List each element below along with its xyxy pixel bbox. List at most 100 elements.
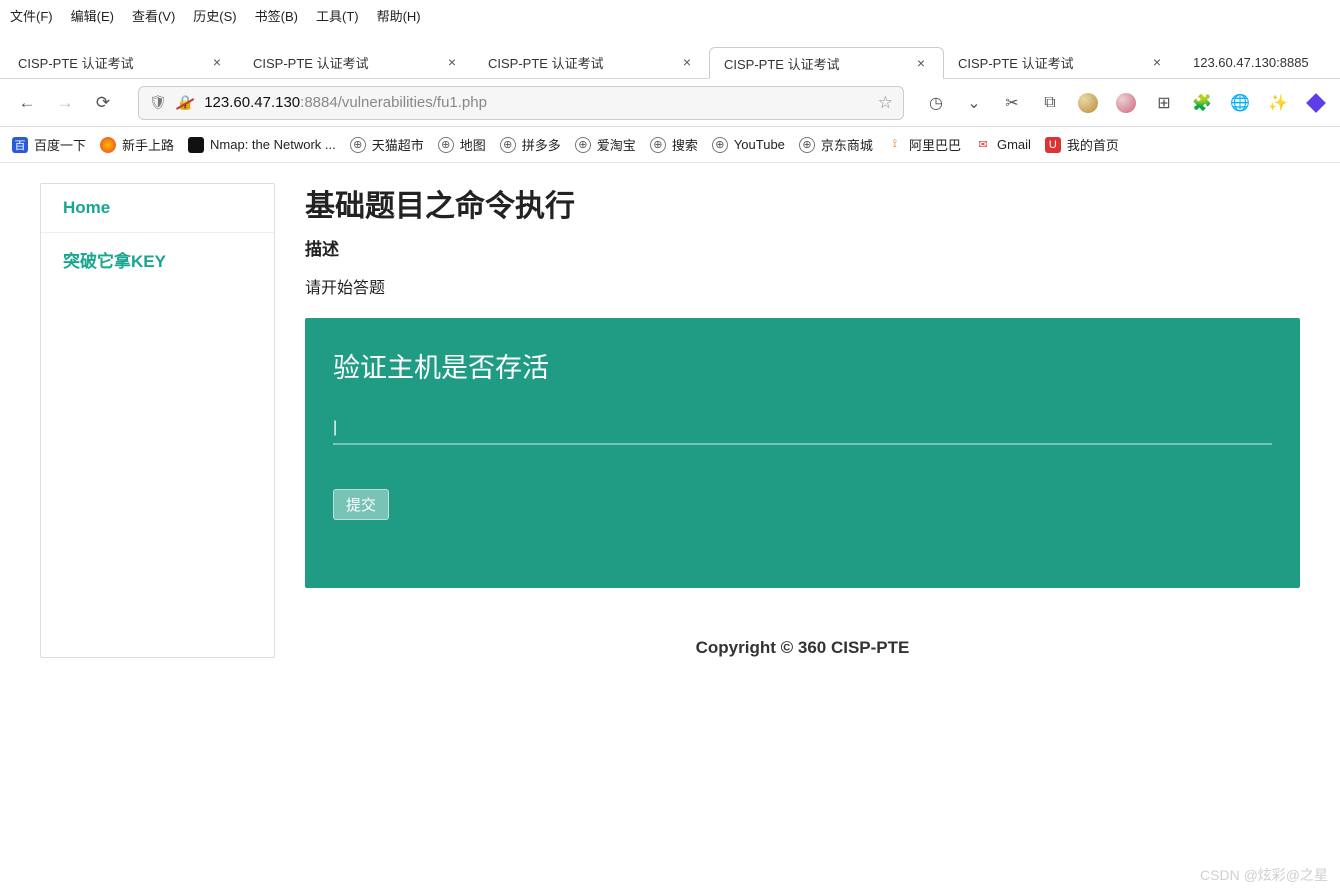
pocket-icon[interactable]: ⌄ <box>964 93 984 113</box>
challenge-panel: 验证主机是否存活 提交 <box>305 318 1300 588</box>
bookmark-myhome[interactable]: U 我的首页 <box>1045 135 1119 154</box>
bookmark-label: 拼多多 <box>522 135 561 154</box>
bookmark-newbie[interactable]: 新手上路 <box>100 135 174 154</box>
reload-button[interactable]: ⟳ <box>90 90 116 116</box>
bookmark-label: 我的首页 <box>1067 135 1119 154</box>
url-bar[interactable]: 🛡 🔒 123.60.47.130:8884/vulnerabilities/f… <box>138 86 904 120</box>
tab-title: CISP-PTE 认证考试 <box>958 53 1149 72</box>
close-icon[interactable]: × <box>679 54 695 70</box>
sparkle-icon[interactable]: ✨ <box>1268 93 1288 113</box>
bookmark-label: Nmap: the Network ... <box>210 137 336 152</box>
tab-title: CISP-PTE 认证考试 <box>488 53 679 72</box>
grid-icon[interactable]: ⊞ <box>1154 93 1174 113</box>
bookmark-label: 爱淘宝 <box>597 135 636 154</box>
url-text: 123.60.47.130:8884/vulnerabilities/fu1.p… <box>204 94 868 111</box>
sidebar-home[interactable]: Home <box>41 184 274 233</box>
bookmark-youtube[interactable]: ⊕YouTube <box>712 137 785 153</box>
lock-insecure-icon[interactable]: 🔒 <box>177 94 194 111</box>
tab-1[interactable]: CISP-PTE 认证考试× <box>239 46 474 78</box>
page-content: Home 突破它拿KEY 基础题目之命令执行 描述 请开始答题 验证主机是否存活… <box>0 163 1340 698</box>
forward-button[interactable]: → <box>52 90 78 116</box>
tab-3-active[interactable]: CISP-PTE 认证考试× <box>709 47 944 79</box>
globe-icon: ⊕ <box>712 137 728 153</box>
page-title: 基础题目之命令执行 <box>305 181 1300 225</box>
menu-bookmarks[interactable]: 书签(B) <box>255 6 298 25</box>
tab-title: 123.60.47.130:8885 <box>1193 55 1309 70</box>
menu-history[interactable]: 历史(S) <box>193 6 236 25</box>
sidebar-key[interactable]: 突破它拿KEY <box>41 233 274 286</box>
scissors-icon[interactable]: ✂ <box>1002 93 1022 113</box>
bookmark-pdd[interactable]: ⊕ 拼多多 <box>500 135 561 154</box>
bookmark-label: 地图 <box>460 135 486 154</box>
back-button[interactable]: ← <box>14 90 40 116</box>
close-icon[interactable]: × <box>209 54 225 70</box>
toolbar: ← → ⟳ 🛡 🔒 123.60.47.130:8884/vulnerabili… <box>0 79 1340 127</box>
baidu-icon: 百 <box>12 137 28 153</box>
bookmark-label: 天猫超市 <box>372 135 424 154</box>
bookmark-label: 阿里巴巴 <box>909 135 961 154</box>
nmap-icon <box>188 137 204 153</box>
menu-tools[interactable]: 工具(T) <box>316 6 359 25</box>
tab-2[interactable]: CISP-PTE 认证考试× <box>474 46 709 78</box>
bookmark-label: 京东商城 <box>821 135 873 154</box>
url-host: 123.60.47.130 <box>204 94 300 111</box>
cube-ext-icon[interactable] <box>1306 93 1326 113</box>
tab-title: CISP-PTE 认证考试 <box>724 54 913 73</box>
tab-title: CISP-PTE 认证考试 <box>253 53 444 72</box>
globe-icon: ⊕ <box>575 137 591 153</box>
page-desc: 请开始答题 <box>305 274 1300 298</box>
footer: Copyright © 360 CISP-PTE <box>305 638 1300 658</box>
globe-icon: ⊕ <box>438 137 454 153</box>
sidebar: Home 突破它拿KEY <box>40 183 275 658</box>
gmail-icon: ✉ <box>975 137 991 153</box>
close-icon[interactable]: × <box>913 55 929 71</box>
bookmark-alibaba[interactable]: ⟟ 阿里巴巴 <box>887 135 961 154</box>
bookmark-label: 新手上路 <box>122 135 174 154</box>
globe-icon: ⊕ <box>500 137 516 153</box>
close-icon[interactable]: × <box>1149 54 1165 70</box>
page-subhead: 描述 <box>305 235 1300 260</box>
tab-title: CISP-PTE 认证考试 <box>18 53 209 72</box>
main: 基础题目之命令执行 描述 请开始答题 验证主机是否存活 提交 Copyright… <box>305 181 1300 658</box>
menu-file[interactable]: 文件(F) <box>10 6 53 25</box>
alibaba-icon: ⟟ <box>887 137 903 153</box>
ext-icon-1[interactable] <box>1078 93 1098 113</box>
toolbar-icons: ◷ ⌄ ✂ ⧉ ⊞ 🧩 🌐 ✨ <box>926 93 1326 113</box>
bookmark-map[interactable]: ⊕ 地图 <box>438 135 486 154</box>
globe-icon: ⊕ <box>350 137 366 153</box>
bookmark-jd[interactable]: ⊕ 京东商城 <box>799 135 873 154</box>
bookmark-tmall[interactable]: ⊕ 天猫超市 <box>350 135 424 154</box>
home-icon: U <box>1045 137 1061 153</box>
tab-4[interactable]: CISP-PTE 认证考试× <box>944 46 1179 78</box>
url-path: /vulnerabilities/fu1.php <box>338 94 487 111</box>
bookmark-star-icon[interactable]: ☆ <box>878 93 893 113</box>
puzzle-icon[interactable]: 🧩 <box>1192 93 1212 113</box>
bookmark-search[interactable]: ⊕ 搜索 <box>650 135 698 154</box>
bookmarks-bar: 百百度一下 新手上路 Nmap: the Network ... ⊕ 天猫超市 ⊕… <box>0 127 1340 163</box>
shield-icon[interactable]: 🛡 <box>149 94 167 111</box>
history-icon[interactable]: ◷ <box>926 93 946 113</box>
host-input[interactable] <box>333 413 1272 445</box>
bookmark-baidu[interactable]: 百百度一下 <box>12 135 86 154</box>
tab-0[interactable]: CISP-PTE 认证考试× <box>4 46 239 78</box>
ext-icon-2[interactable] <box>1116 93 1136 113</box>
url-port: :8884 <box>300 94 338 111</box>
globe-icon: ⊕ <box>799 137 815 153</box>
globe-icon: ⊕ <box>650 137 666 153</box>
copy-icon[interactable]: ⧉ <box>1040 93 1060 113</box>
panel-title: 验证主机是否存活 <box>333 346 1272 385</box>
bookmark-aitaobao[interactable]: ⊕ 爱淘宝 <box>575 135 636 154</box>
bookmark-gmail[interactable]: ✉Gmail <box>975 137 1031 153</box>
submit-button[interactable]: 提交 <box>333 489 389 520</box>
bookmark-nmap[interactable]: Nmap: the Network ... <box>188 137 336 153</box>
tab-strip: CISP-PTE 认证考试× CISP-PTE 认证考试× CISP-PTE 认… <box>0 39 1340 79</box>
tab-5[interactable]: 123.60.47.130:8885 <box>1179 46 1323 78</box>
menu-view[interactable]: 查看(V) <box>132 6 175 25</box>
bookmark-label: 百度一下 <box>34 135 86 154</box>
close-icon[interactable]: × <box>444 54 460 70</box>
bookmark-label: 搜索 <box>672 135 698 154</box>
globe-icon[interactable]: 🌐 <box>1230 93 1250 113</box>
menu-edit[interactable]: 编辑(E) <box>71 6 114 25</box>
menu-help[interactable]: 帮助(H) <box>377 6 421 25</box>
firefox-icon <box>100 137 116 153</box>
